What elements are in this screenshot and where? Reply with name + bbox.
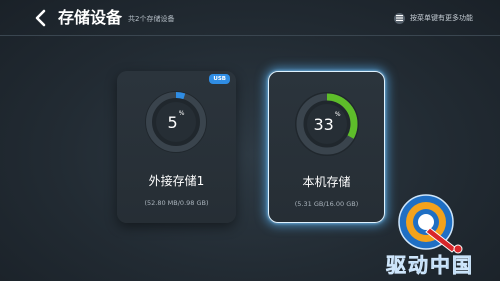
watermark-logo: 驱动中国 <box>380 192 500 281</box>
device-name-external: 外接存储1 <box>148 174 205 188</box>
header-bar: 存储设备 共2个存储设备 按菜单键有更多功能 <box>0 0 500 36</box>
menu-hint-label: 按菜单键有更多功能 <box>410 13 473 22</box>
device-count: 共2个存储设备 <box>128 15 175 23</box>
chevron-left-icon <box>35 9 46 27</box>
back-button[interactable] <box>34 9 48 27</box>
usage-ring-external: 5% <box>141 87 211 157</box>
storage-card-local[interactable]: 33% 本机存储 (5.31 GB/16.00 GB) <box>268 71 385 223</box>
menu-icon <box>394 12 405 24</box>
watermark-text: 驱动中国 <box>386 253 474 277</box>
device-size-local: (5.31 GB/16.00 GB) <box>294 200 359 208</box>
usage-percent-external: 5% <box>167 110 185 132</box>
menu-hint: 按菜单键有更多功能 <box>394 12 473 24</box>
usage-percent-local: 33% <box>313 111 341 134</box>
device-size-external: (52.80 MB/0.98 GB) <box>144 199 209 207</box>
usb-badge: USB <box>209 74 230 84</box>
device-name-local: 本机存储 <box>302 175 351 189</box>
watermark-emblem <box>398 194 463 254</box>
header-divider <box>0 35 500 36</box>
storage-card-external[interactable]: USB 5% 外接存储1 (52.80 MB/0.98 GB) <box>117 71 236 223</box>
page-title: 存储设备 <box>58 8 123 27</box>
usage-ring-local: 33% <box>291 88 363 160</box>
